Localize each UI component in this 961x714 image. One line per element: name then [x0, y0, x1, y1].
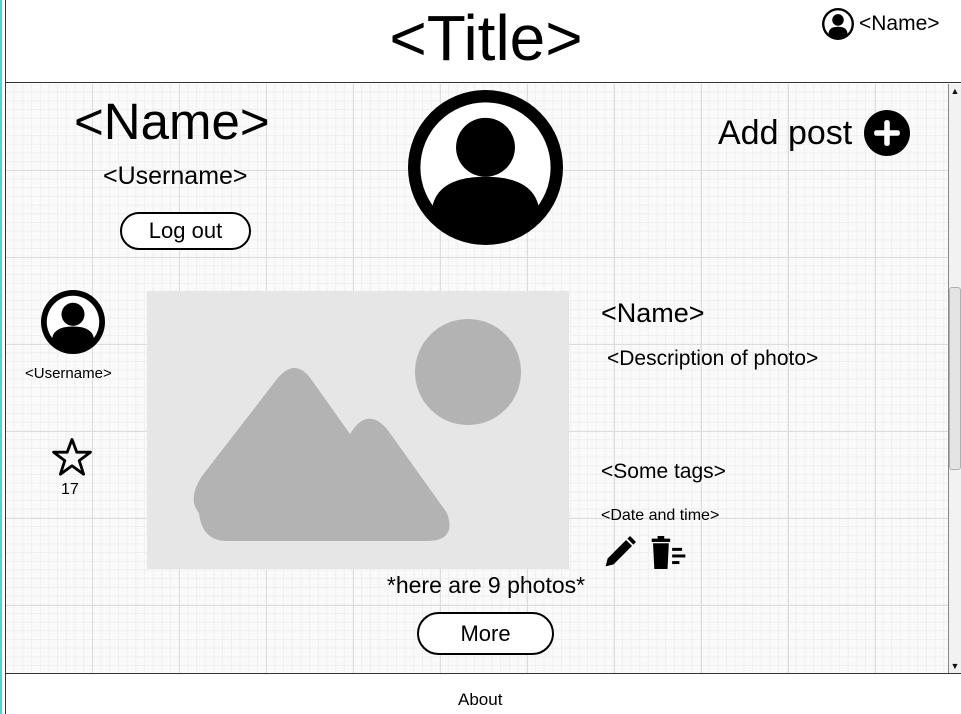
post-name: <Name> — [601, 298, 705, 328]
star-outline-icon[interactable] — [52, 437, 92, 477]
add-post-button[interactable]: Add post — [718, 110, 911, 156]
scroll-up-arrow[interactable]: ▲ — [949, 84, 961, 98]
post-tags: <Some tags> — [601, 460, 726, 483]
profile-username: <Username> — [103, 162, 248, 190]
top-header: <Title> <Name> — [6, 0, 961, 83]
more-button[interactable]: More — [417, 612, 554, 655]
favorite-count: 17 — [61, 481, 79, 498]
profile-avatar-icon — [408, 90, 563, 245]
page-title: <Title> — [389, 2, 583, 74]
user-circle-icon — [822, 8, 854, 40]
trash-icon[interactable] — [651, 536, 689, 569]
post-author-avatar-icon[interactable] — [41, 290, 105, 354]
post-photo[interactable] — [147, 291, 569, 569]
scroll-thumb[interactable] — [949, 287, 961, 470]
image-placeholder-icon — [193, 319, 521, 541]
logout-button[interactable]: Log out — [120, 212, 251, 250]
main-content: <Name> <Username> Log out Add post <User… — [6, 84, 948, 673]
user-menu-name: <Name> — [859, 12, 940, 35]
post-datetime: <Date and time> — [601, 507, 720, 524]
scroll-down-arrow[interactable]: ▼ — [949, 659, 961, 673]
post-description: <Description of photo> — [607, 347, 819, 370]
add-post-label: Add post — [718, 113, 853, 152]
post-author-username[interactable]: <Username> — [25, 365, 112, 382]
profile-name: <Name> — [74, 93, 270, 150]
vertical-scrollbar[interactable]: ▲ ▼ — [948, 84, 961, 673]
pencil-icon[interactable] — [603, 536, 636, 569]
user-menu[interactable]: <Name> — [821, 6, 940, 42]
plus-circle-icon — [864, 110, 911, 156]
footer: About — [6, 673, 961, 714]
about-link[interactable]: About — [458, 690, 502, 710]
photos-note: *here are 9 photos* — [386, 572, 586, 598]
